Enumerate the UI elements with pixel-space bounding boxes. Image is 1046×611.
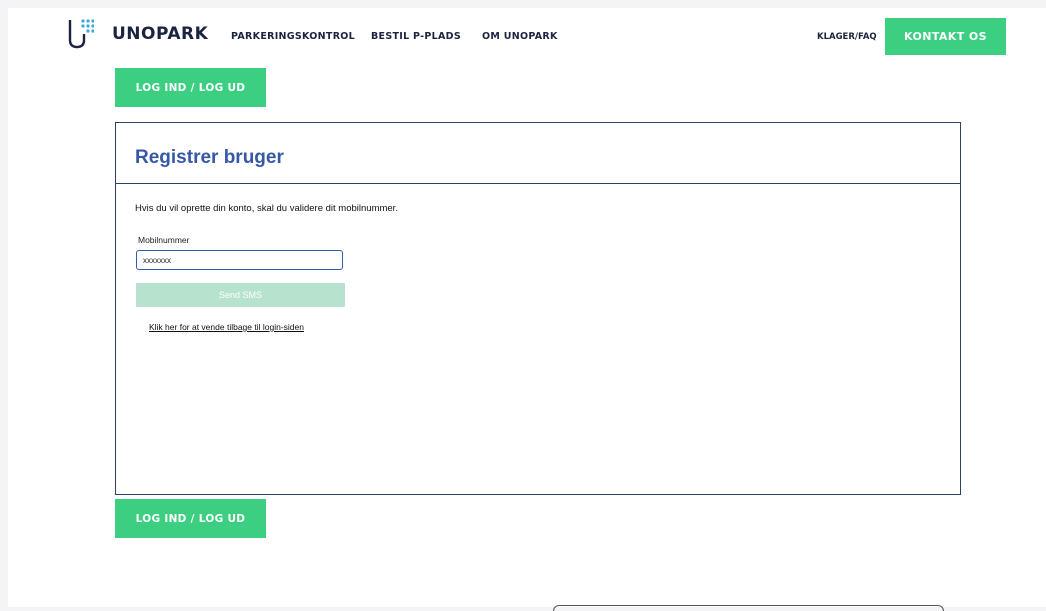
site-header: UNOPARK PARKERINGSKONTROL BESTIL P-PLADS… — [8, 8, 1046, 66]
card-divider — [116, 183, 960, 184]
back-to-login-link[interactable]: Klik her for at vende tilbage til login-… — [149, 322, 304, 332]
nav-om-unopark[interactable]: OM UNOPARK — [482, 31, 558, 42]
login-logout-button-bottom[interactable]: LOG IND / LOG UD — [115, 499, 266, 538]
phone-label: Mobilnummer — [138, 235, 190, 245]
register-user-card: Registrer bruger Hvis du vil oprette din… — [115, 122, 961, 495]
page: UNOPARK PARKERINGSKONTROL BESTIL P-PLADS… — [8, 8, 1046, 611]
bottom-overlay-edge — [553, 605, 944, 611]
intro-text: Hvis du vil oprette din konto, skal du v… — [135, 203, 398, 214]
phone-input[interactable] — [136, 250, 343, 270]
logo-text: UNOPARK — [112, 24, 209, 44]
nav-bestil-p-plads[interactable]: BESTIL P-PLADS — [371, 31, 461, 42]
logo-mark-icon — [68, 19, 94, 49]
send-sms-button[interactable]: Send SMS — [136, 283, 345, 307]
nav-klager-faq[interactable]: KLAGER/FAQ — [817, 32, 877, 42]
card-title: Registrer bruger — [135, 147, 284, 168]
unopark-logo[interactable]: UNOPARK — [68, 16, 208, 54]
nav-parkeringskontrol[interactable]: PARKERINGSKONTROL — [231, 31, 355, 42]
login-logout-button-top[interactable]: LOG IND / LOG UD — [115, 68, 266, 107]
contact-button[interactable]: KONTAKT OS — [885, 18, 1006, 55]
